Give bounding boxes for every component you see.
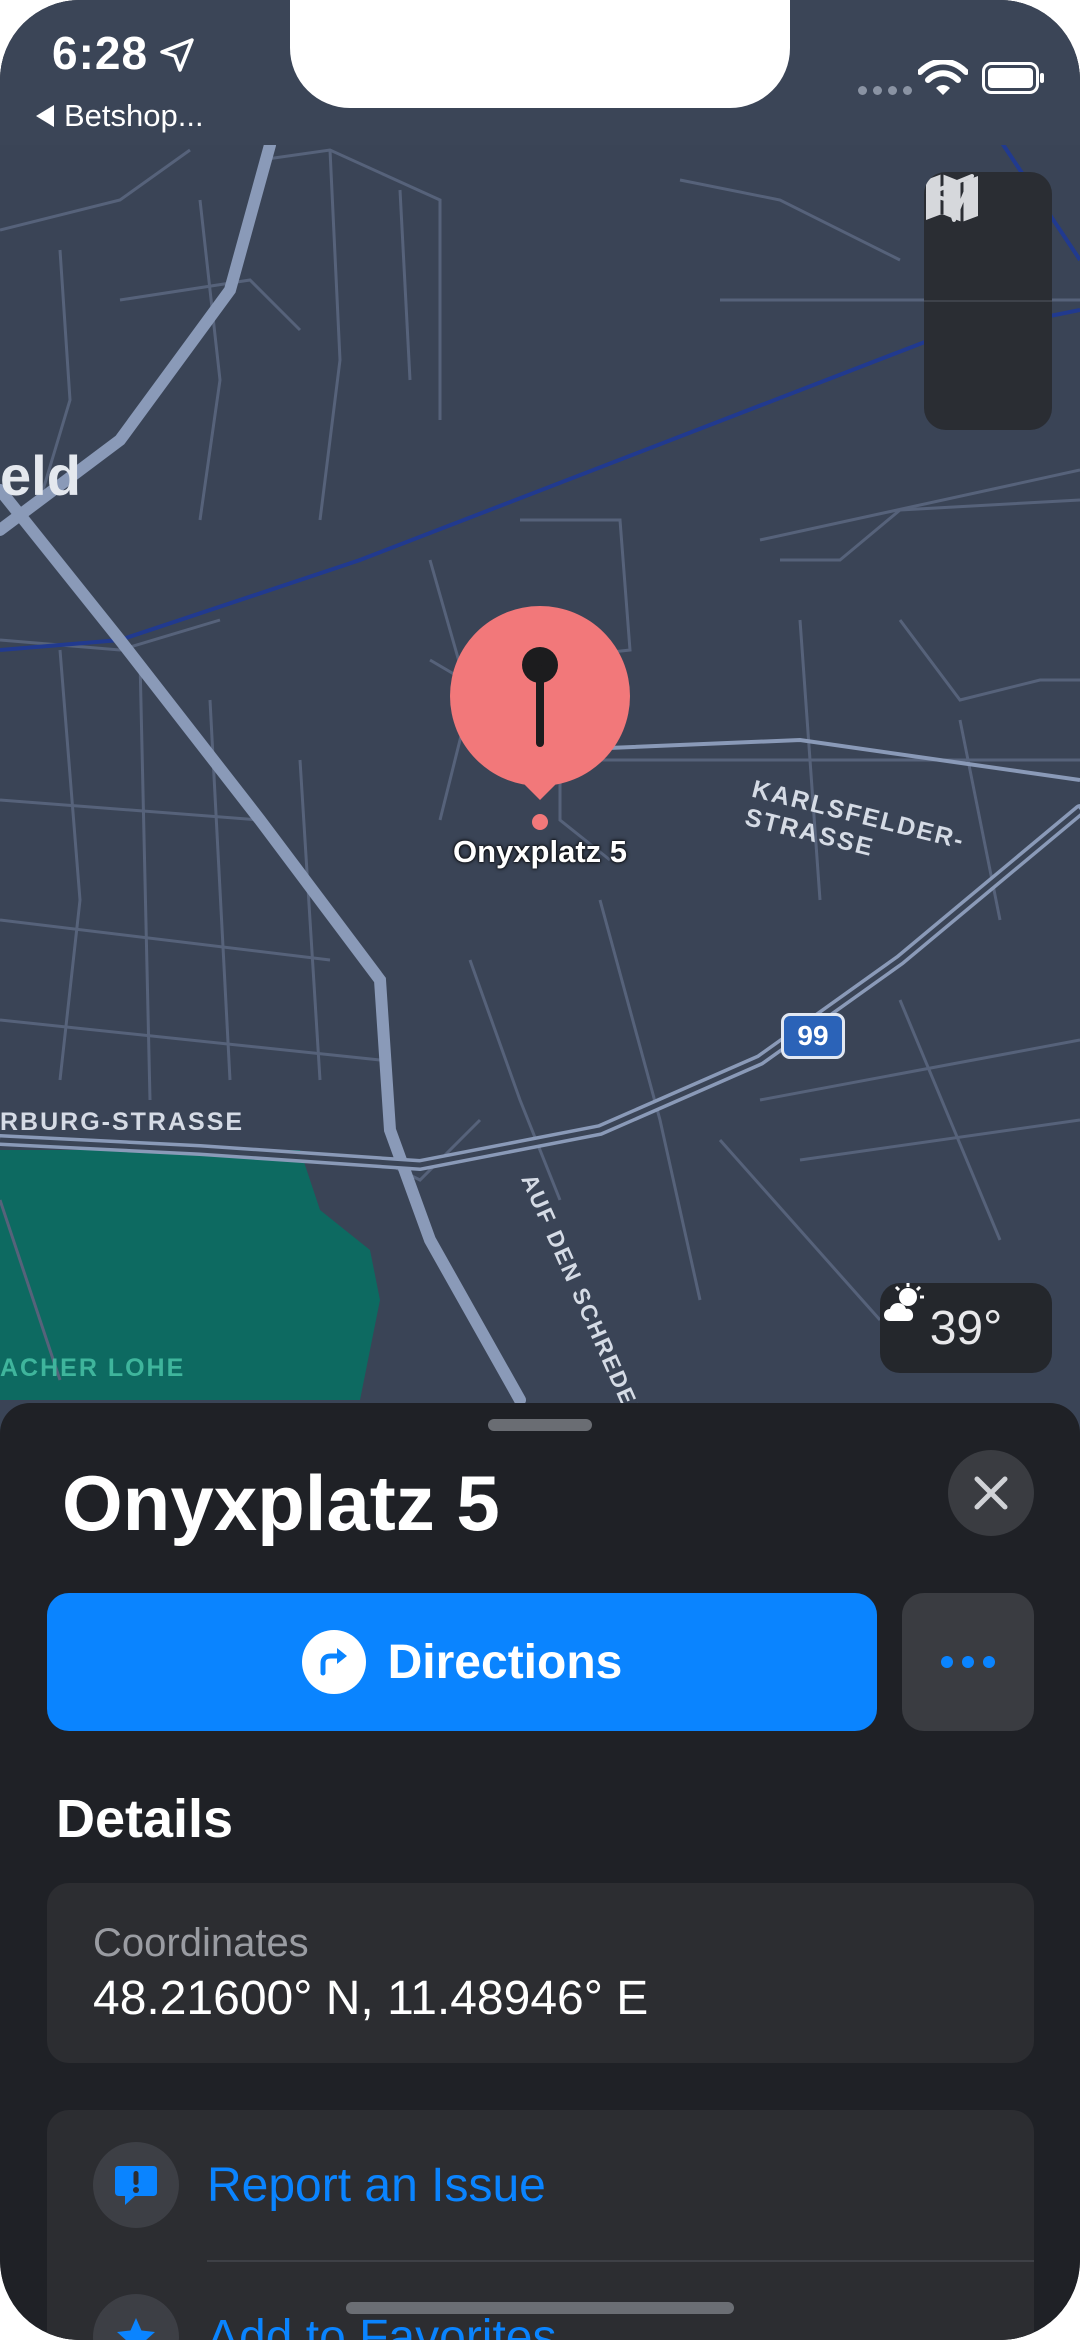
device-screen: eld KARLSFELDER-STRASSE RBURG-STRASSE AU… xyxy=(0,0,1080,2340)
road-label-lohe: ACHER LOHE xyxy=(0,1354,186,1382)
status-time: 6:28 xyxy=(52,27,149,79)
report-issue-label: Report an Issue xyxy=(207,2158,546,2212)
more-dot-icon xyxy=(962,1656,974,1668)
status-bar: 6:28 Betshop... xyxy=(0,0,1080,145)
close-icon xyxy=(974,1476,1008,1510)
more-dot-icon xyxy=(941,1656,953,1668)
location-arrow-icon xyxy=(926,174,974,222)
map-controls xyxy=(924,172,1052,430)
add-favorites-label: Add to Favorites xyxy=(207,2310,557,2340)
add-favorites-row[interactable]: Add to Favorites xyxy=(47,2262,1034,2340)
report-issue-icon xyxy=(93,2142,179,2228)
highway-shield: 99 xyxy=(781,1013,845,1059)
road-label-burg: RBURG-STRASSE xyxy=(0,1108,245,1136)
back-app-label: Betshop... xyxy=(64,98,204,133)
close-button[interactable] xyxy=(948,1450,1034,1536)
place-sheet: Onyxplatz 5 Directions Details Coordinat… xyxy=(0,1403,1080,2340)
place-title: Onyxplatz 5 xyxy=(62,1459,500,1547)
partly-cloudy-icon xyxy=(884,1283,924,1321)
coordinates-card[interactable]: Coordinates 48.21600° N, 11.48946° E xyxy=(47,1883,1034,2063)
place-label: eld xyxy=(0,444,81,507)
cellular-signal-icon xyxy=(858,86,912,95)
report-issue-row[interactable]: Report an Issue xyxy=(47,2110,1034,2260)
sheet-grabber[interactable] xyxy=(488,1419,592,1431)
weather-temp: 39° xyxy=(929,1301,1003,1355)
back-to-app-button[interactable]: Betshop... xyxy=(36,98,204,134)
more-dot-icon xyxy=(983,1656,995,1668)
directions-button[interactable]: Directions xyxy=(47,1593,877,1731)
home-indicator[interactable] xyxy=(346,2302,734,2314)
more-button[interactable] xyxy=(902,1593,1034,1731)
directions-icon xyxy=(301,1630,366,1694)
directions-label: Directions xyxy=(387,1635,623,1689)
notch xyxy=(290,0,790,108)
battery-icon xyxy=(982,62,1044,94)
location-services-icon xyxy=(160,38,194,72)
map-pin-icon xyxy=(450,606,630,830)
weather-badge: 39° xyxy=(880,1283,1052,1373)
track-location-button[interactable] xyxy=(924,174,1052,430)
star-icon xyxy=(93,2294,179,2340)
map-view[interactable]: eld KARLSFELDER-STRASSE RBURG-STRASSE AU… xyxy=(0,0,1080,1440)
wifi-icon xyxy=(918,60,968,95)
details-heading: Details xyxy=(56,1789,234,1849)
back-triangle-icon xyxy=(36,105,54,127)
coordinates-value: 48.21600° N, 11.48946° E xyxy=(93,1972,649,2025)
pin-label: Onyxplatz 5 xyxy=(453,834,627,869)
coordinates-label: Coordinates xyxy=(93,1921,309,1965)
